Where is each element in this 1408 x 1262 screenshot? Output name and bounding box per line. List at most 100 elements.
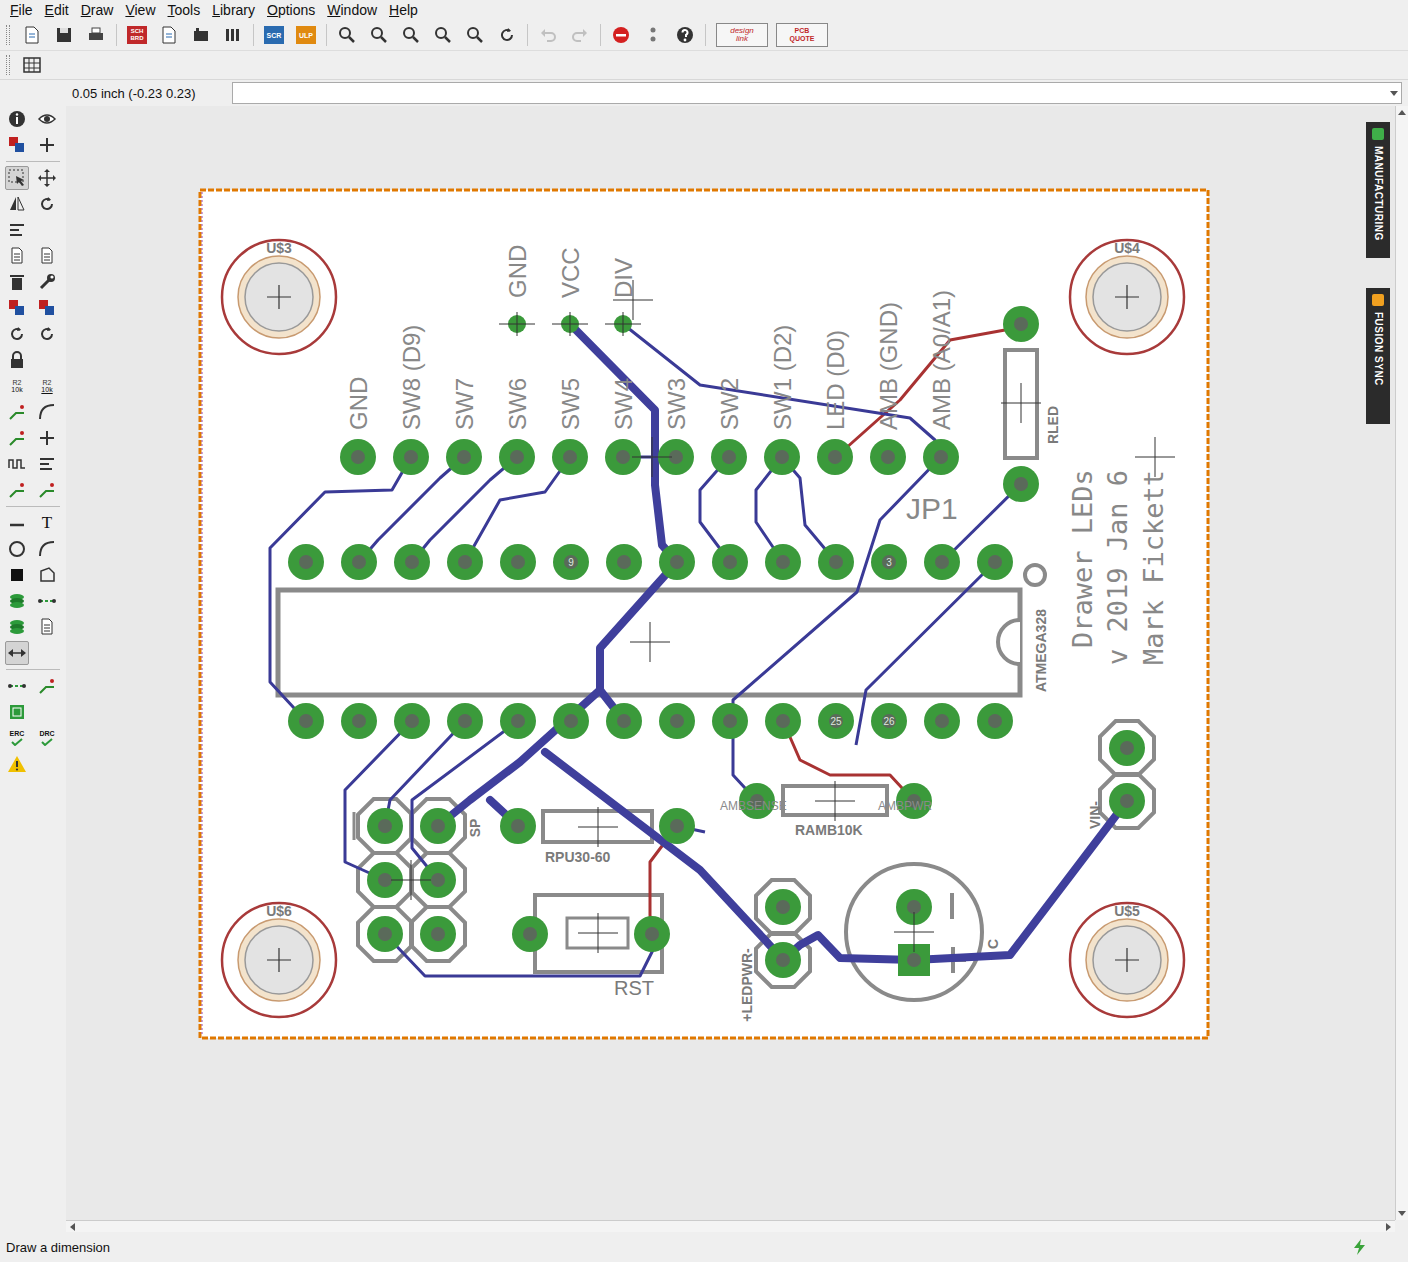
command-history-dropdown[interactable] [1387, 84, 1401, 102]
pad[interactable] [1003, 466, 1039, 502]
menu-item[interactable]: View [119, 2, 161, 18]
zoomsel-button[interactable] [429, 22, 457, 48]
text-tool[interactable]: T [35, 511, 59, 535]
cam-button[interactable] [155, 22, 183, 48]
chip-pin[interactable] [977, 544, 1013, 739]
menu-item[interactable]: Draw [75, 2, 120, 18]
pad[interactable] [1003, 306, 1039, 342]
warning-tool[interactable] [5, 752, 29, 776]
chip-pin[interactable] [447, 544, 483, 739]
wire-tool[interactable] [5, 511, 29, 535]
pad[interactable] [420, 808, 456, 844]
chip-pin[interactable] [500, 544, 536, 739]
top-trace[interactable] [856, 562, 995, 745]
hole-tool[interactable] [5, 615, 29, 639]
grid-button[interactable] [18, 52, 46, 78]
menu-item[interactable]: Window [321, 2, 383, 18]
header-pin[interactable]: LED (D0) [817, 330, 853, 475]
chip-pin[interactable] [288, 544, 324, 739]
save-button[interactable] [50, 22, 78, 48]
power-pad[interactable]: DIV [605, 258, 641, 336]
zoomarea-button[interactable] [461, 22, 489, 48]
autorouter-tool[interactable] [35, 674, 59, 698]
layers-tool[interactable] [5, 133, 29, 157]
name-tool[interactable]: R210k [5, 374, 29, 398]
ulp-button[interactable]: ULP [292, 22, 320, 48]
chip-pin[interactable] [712, 544, 748, 739]
circle-tool[interactable] [5, 537, 29, 561]
lightning-icon[interactable] [1352, 1238, 1368, 1256]
board-canvas[interactable]: U$3U$4U$6U$5ATMEGA328GNDSW8 (D9)SW7SW6SW… [66, 106, 1395, 1220]
plus-tool[interactable] [35, 426, 59, 450]
miter-tool[interactable] [35, 400, 59, 424]
side-tab[interactable]: FUSION SYNC [1366, 288, 1390, 424]
factory-button[interactable] [187, 22, 215, 48]
command-input[interactable] [232, 82, 1402, 104]
add-tool[interactable] [5, 296, 29, 320]
header-pin[interactable]: GND [340, 377, 376, 475]
header-pin[interactable]: SW7 [446, 378, 482, 475]
vertical-scrollbar[interactable] [1395, 106, 1408, 1220]
pad[interactable] [659, 808, 695, 844]
scr-button[interactable]: SCR [260, 22, 288, 48]
dimension-tool[interactable] [5, 641, 29, 665]
pad[interactable] [765, 889, 801, 925]
power-pad[interactable]: VCC [552, 247, 588, 336]
pcb-layout[interactable]: U$3U$4U$6U$5ATMEGA328GNDSW8 (D9)SW7SW6SW… [66, 106, 1395, 1220]
pcbquote-button[interactable]: PCBQUOTE [776, 23, 828, 47]
chip-pin[interactable] [394, 544, 430, 739]
header-pin[interactable]: SW8 (D9) [393, 325, 429, 475]
power-pad[interactable]: GND [499, 245, 535, 336]
menu-item[interactable]: Tools [162, 2, 207, 18]
power-trace[interactable] [438, 324, 677, 826]
pause-button[interactable] [639, 22, 667, 48]
delete-tool[interactable] [5, 270, 29, 294]
pad[interactable] [765, 942, 801, 978]
open-button[interactable] [18, 22, 46, 48]
header-pin[interactable]: SW6 [499, 378, 535, 475]
meander-tool[interactable] [5, 452, 29, 476]
horizontal-scrollbar[interactable] [66, 1220, 1395, 1232]
drc-tool[interactable]: DRC [35, 726, 59, 750]
board-tool[interactable] [5, 700, 29, 724]
chip-pin[interactable] [924, 544, 960, 739]
copy-tool[interactable] [5, 244, 29, 268]
designlink-button[interactable]: designlink [716, 23, 768, 47]
top-trace[interactable] [270, 457, 411, 721]
print-button[interactable] [82, 22, 110, 48]
mirror-tool[interactable] [5, 192, 29, 216]
pad[interactable] [634, 916, 670, 952]
menu-item[interactable]: Library [206, 2, 261, 18]
chip-pin[interactable] [765, 544, 801, 739]
arc-tool[interactable] [35, 537, 59, 561]
redo-button[interactable] [566, 22, 594, 48]
mark-tool[interactable] [35, 133, 59, 157]
header-pin[interactable]: SW5 [552, 378, 588, 475]
paste-tool[interactable] [35, 244, 59, 268]
header-pin[interactable]: SW4 [605, 378, 641, 475]
help-button[interactable] [671, 22, 699, 48]
menu-item[interactable]: Edit [39, 2, 75, 18]
mounting-hole[interactable]: U$4 [1070, 240, 1184, 354]
lock-tool[interactable] [5, 348, 29, 372]
wrench-tool[interactable] [35, 270, 59, 294]
zoomfit-button[interactable] [333, 22, 361, 48]
ratsnest-tool[interactable] [5, 674, 29, 698]
mounting-hole[interactable]: U$6 [222, 903, 336, 1017]
rect-tool[interactable] [5, 563, 29, 587]
ripup-tool[interactable] [35, 478, 59, 502]
pad[interactable] [367, 916, 403, 952]
rotate-tool[interactable] [35, 192, 59, 216]
replace-tool[interactable] [35, 296, 59, 320]
route-tool[interactable] [5, 478, 29, 502]
pad[interactable] [1109, 730, 1145, 766]
zoomin-button[interactable] [365, 22, 393, 48]
chip-pin[interactable] [553, 544, 589, 739]
top-trace[interactable] [345, 721, 412, 880]
pad[interactable] [367, 808, 403, 844]
swap-tool[interactable] [35, 322, 59, 346]
menu-item[interactable]: File [4, 2, 39, 18]
menu-item[interactable]: Options [261, 2, 321, 18]
header-pin[interactable]: SW3 [658, 378, 694, 475]
mounting-hole[interactable]: U$5 [1070, 903, 1184, 1017]
